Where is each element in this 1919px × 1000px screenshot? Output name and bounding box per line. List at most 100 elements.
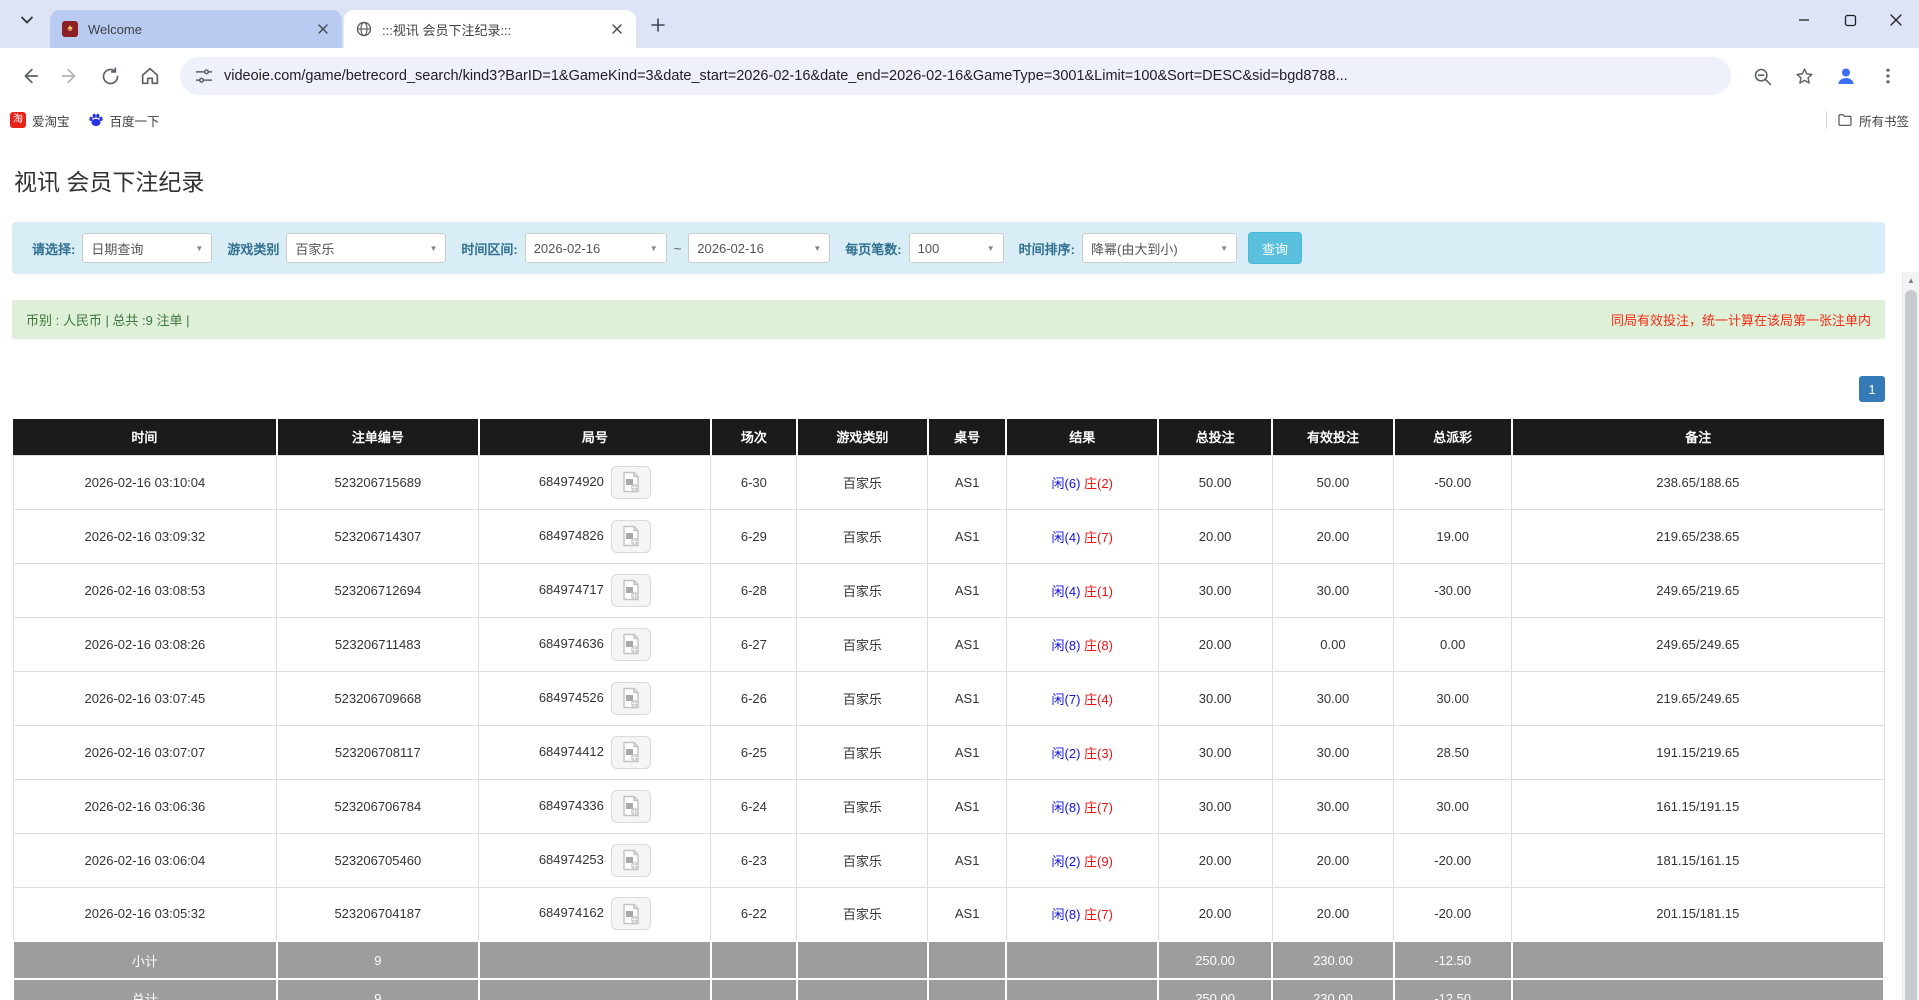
sort-order-select[interactable]: 降幂(由大到小) ▼ [1082, 233, 1237, 263]
cell-time: 2026-02-16 03:08:26 [13, 617, 277, 671]
table-body: 2026-02-16 03:10:04523206715689684974920… [13, 455, 1884, 1000]
scrollbar-thumb[interactable] [1905, 290, 1917, 1000]
new-tab-button[interactable] [644, 11, 672, 39]
close-window-button[interactable] [1873, 0, 1919, 40]
bookmark-aitaobao[interactable]: 淘 爱淘宝 [10, 111, 70, 130]
url-text[interactable]: videoie.com/game/betrecord_search/kind3?… [224, 68, 1348, 84]
video-replay-button[interactable] [611, 897, 651, 930]
cell-round-number: 684974162 [479, 887, 711, 941]
reload-button[interactable] [93, 59, 127, 93]
back-button[interactable] [13, 59, 47, 93]
close-icon[interactable] [314, 20, 332, 38]
all-bookmarks-button[interactable]: 所有书签 [1837, 111, 1909, 130]
cell-game-type: 百家乐 [797, 509, 928, 563]
cell-table-number [928, 979, 1007, 1000]
round-number: 684974717 [539, 581, 604, 596]
cell-bet-number: 523206705460 [277, 833, 479, 887]
bookmarks-bar: 淘 爱淘宝 百度一下 所有书签 [0, 104, 1919, 136]
cell-valid-bet: 30.00 [1272, 671, 1394, 725]
bookmark-baidu[interactable]: 百度一下 [88, 111, 160, 130]
page-1-button[interactable]: 1 [1859, 376, 1885, 402]
star-icon [1794, 66, 1815, 87]
round-number: 684974526 [539, 689, 604, 704]
date-from-select[interactable]: 2026-02-16 ▼ [525, 233, 667, 263]
cell-session: 6-28 [711, 563, 797, 617]
pagination: 1 [12, 376, 1885, 402]
summary-bar: 币别 : 人民币 | 总共 :9 注单 | 同局有效投注，统一计算在该局第一张注… [12, 300, 1885, 339]
page-size-select[interactable]: 100 ▼ [909, 233, 1004, 263]
home-button[interactable] [133, 59, 167, 93]
bookmark-label: 百度一下 [110, 111, 160, 130]
video-record-icon [621, 741, 641, 763]
result-player: 闲(8) [1052, 907, 1081, 922]
cell-time: 2026-02-16 03:09:32 [13, 509, 277, 563]
result-banker: 庄(2) [1080, 476, 1113, 491]
cell-total-bet: 20.00 [1158, 509, 1272, 563]
menu-button[interactable] [1871, 59, 1905, 93]
maximize-button[interactable] [1827, 0, 1873, 40]
footer-valid-bet: 230.00 [1272, 979, 1394, 1000]
footer-label: 小计 [13, 941, 277, 979]
cell-round-number: 684974826 [479, 509, 711, 563]
video-replay-button[interactable] [611, 844, 651, 877]
video-replay-button[interactable] [611, 520, 651, 553]
filter-select-label: 请选择: [32, 239, 75, 258]
cell-valid-bet: 20.00 [1272, 509, 1394, 563]
game-type-select[interactable]: 百家乐 ▼ [286, 233, 446, 263]
tab-welcome[interactable]: ♠ Welcome [50, 10, 342, 48]
video-replay-button[interactable] [611, 574, 651, 607]
cell-payout: -20.00 [1394, 887, 1512, 941]
cell-table-number: AS1 [928, 671, 1007, 725]
round-number: 684974336 [539, 797, 604, 812]
cell-game-type: 百家乐 [797, 779, 928, 833]
video-replay-button[interactable] [611, 790, 651, 823]
cell-game-type [797, 979, 928, 1000]
cell-valid-bet: 20.00 [1272, 887, 1394, 941]
footer-payout: -12.50 [1394, 979, 1512, 1000]
profile-avatar[interactable] [1829, 59, 1863, 93]
video-replay-button[interactable] [611, 682, 651, 715]
cell-bet-number: 523206714307 [277, 509, 479, 563]
address-bar[interactable]: videoie.com/game/betrecord_search/kind3?… [180, 57, 1731, 95]
search-button[interactable]: 查询 [1248, 232, 1302, 264]
cell-bet-number: 523206715689 [277, 455, 479, 509]
date-to-select[interactable]: 2026-02-16 ▼ [688, 233, 830, 263]
currency-summary: 币别 : 人民币 | 总共 :9 注单 | [26, 310, 190, 329]
result-banker: 庄(7) [1080, 530, 1113, 545]
close-icon[interactable] [608, 20, 626, 38]
result-banker: 庄(4) [1080, 692, 1113, 707]
video-record-icon [621, 633, 641, 655]
filter-sort-label: 时间排序: [1019, 239, 1075, 258]
tab-betrecord[interactable]: :::视讯 会员下注纪录::: [344, 10, 636, 48]
tab-search-button[interactable] [12, 5, 42, 35]
filter-pagesize-label: 每页笔数: [845, 239, 901, 258]
site-settings-icon[interactable] [194, 66, 214, 86]
table-row: 2026-02-16 03:07:45523206709668684974526… [13, 671, 1884, 725]
video-replay-button[interactable] [611, 628, 651, 661]
scroll-up-icon[interactable]: ▲ [1903, 272, 1919, 289]
zoom-button[interactable] [1745, 59, 1779, 93]
forward-button[interactable] [53, 59, 87, 93]
chevron-down-icon: ▼ [805, 244, 821, 253]
cell-valid-bet: 30.00 [1272, 725, 1394, 779]
query-type-select[interactable]: 日期查询 ▼ [82, 233, 212, 263]
cell-round-number: 684974412 [479, 725, 711, 779]
minimize-button[interactable] [1781, 0, 1827, 40]
video-replay-button[interactable] [611, 736, 651, 769]
date-range-tilde: ~ [674, 241, 682, 256]
cell-game-type: 百家乐 [797, 455, 928, 509]
cell-table-number: AS1 [928, 455, 1007, 509]
video-record-icon [621, 903, 641, 925]
bookmark-star-button[interactable] [1787, 59, 1821, 93]
video-replay-button[interactable] [611, 466, 651, 499]
cell-payout: 0.00 [1394, 617, 1512, 671]
table-row: 2026-02-16 03:06:36523206706784684974336… [13, 779, 1884, 833]
cell-time: 2026-02-16 03:07:07 [13, 725, 277, 779]
table-row: 2026-02-16 03:06:04523206705460684974253… [13, 833, 1884, 887]
cell-payout: -30.00 [1394, 563, 1512, 617]
cell-time: 2026-02-16 03:05:32 [13, 887, 277, 941]
summary-notice: 同局有效投注，统一计算在该局第一张注单内 [1611, 310, 1871, 329]
reload-icon [100, 66, 121, 87]
column-header: 局号 [479, 419, 711, 455]
vertical-scrollbar[interactable]: ▲ [1902, 272, 1919, 1000]
